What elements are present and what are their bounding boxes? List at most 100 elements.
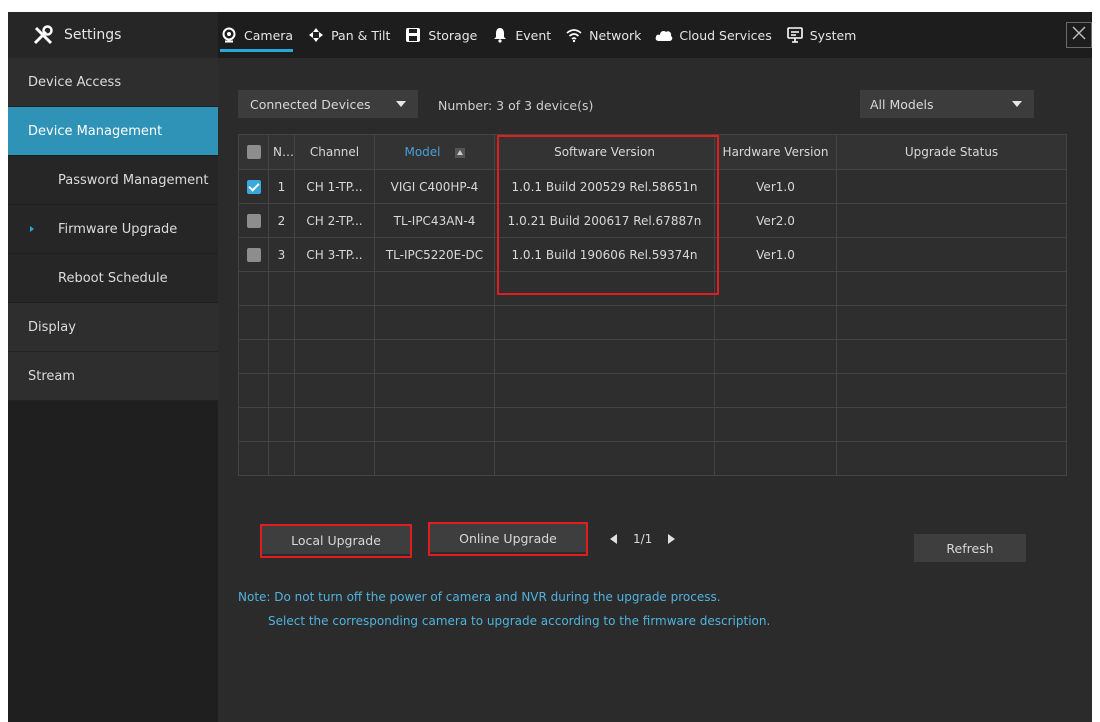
sidebar-item-firmware-upgrade[interactable]: Firmware Upgrade bbox=[8, 205, 218, 253]
local-upgrade-button[interactable]: Local Upgrade bbox=[262, 526, 410, 554]
table-row[interactable]: 2 CH 2-TP... TL-IPC43AN-4 1.0.21 Build 2… bbox=[238, 203, 1067, 238]
cell-software-version: 1.0.1 Build 200529 Rel.58651n bbox=[494, 169, 715, 204]
pan-tilt-icon bbox=[307, 26, 325, 44]
top-bar: Settings Camera Pan & Tilt Storage Event… bbox=[8, 12, 1092, 58]
sidebar-item-label: Device Management bbox=[28, 123, 163, 139]
cell-no: 2 bbox=[268, 203, 295, 238]
sidebar-item-label: Device Access bbox=[28, 74, 122, 90]
tab-label: Network bbox=[589, 27, 642, 43]
row-checkbox-cell[interactable] bbox=[238, 237, 269, 272]
refresh-label: Refresh bbox=[946, 540, 994, 556]
cell-channel: CH 3-TP... bbox=[294, 237, 375, 272]
row-checkbox[interactable] bbox=[246, 213, 261, 228]
row-checkbox[interactable] bbox=[246, 179, 261, 194]
cell-hardware-version: Ver2.0 bbox=[714, 203, 837, 238]
tab-network[interactable]: Network bbox=[565, 12, 641, 58]
col-software-version: Software Version bbox=[494, 134, 715, 170]
cell-model: VIGI C400HP-4 bbox=[374, 169, 495, 204]
empty-row bbox=[238, 407, 1067, 442]
tab-pan-tilt[interactable]: Pan & Tilt bbox=[307, 12, 390, 58]
sidebar-item-display[interactable]: Display bbox=[8, 303, 218, 352]
empty-row bbox=[238, 271, 1067, 306]
tab-label: Storage bbox=[428, 27, 478, 43]
local-upgrade-label: Local Upgrade bbox=[291, 532, 381, 548]
table-header-row: No. Channel Model Software Version Hardw… bbox=[238, 134, 1067, 170]
cell-upgrade-status bbox=[836, 169, 1067, 204]
firmware-upgrade-panel: Connected Devices Number: 3 of 3 device(… bbox=[220, 58, 1092, 722]
empty-row bbox=[238, 441, 1067, 476]
cell-upgrade-status bbox=[836, 203, 1067, 238]
tab-label: Camera bbox=[244, 27, 294, 43]
settings-header: Settings bbox=[8, 12, 218, 58]
tab-camera[interactable]: Camera bbox=[220, 12, 294, 58]
sidebar-item-device-access[interactable]: Device Access bbox=[8, 58, 218, 107]
tab-label: Event bbox=[515, 27, 552, 43]
col-channel: Channel bbox=[294, 134, 375, 170]
select-all-checkbox[interactable] bbox=[246, 145, 261, 160]
note-line-1: Note: Do not turn off the power of camer… bbox=[238, 590, 721, 604]
sort-icon[interactable] bbox=[454, 147, 465, 158]
row-checkbox-cell[interactable] bbox=[238, 169, 269, 204]
tab-event[interactable]: Event bbox=[491, 12, 551, 58]
empty-row bbox=[238, 305, 1067, 340]
sidebar-item-label: Stream bbox=[28, 368, 76, 384]
sidebar: Device Access Device Management Password… bbox=[8, 58, 218, 722]
next-page-icon[interactable] bbox=[668, 534, 676, 544]
sidebar-item-device-management[interactable]: Device Management bbox=[8, 107, 218, 155]
sidebar-item-label: Display bbox=[28, 319, 76, 335]
table-row[interactable]: 3 CH 3-TP... TL-IPC5220E-DC 1.0.1 Build … bbox=[238, 237, 1067, 272]
close-button[interactable] bbox=[1066, 22, 1092, 48]
model-filter-dropdown[interactable]: All Models bbox=[860, 90, 1034, 118]
tab-storage[interactable]: Storage bbox=[404, 12, 477, 58]
sidebar-item-stream[interactable]: Stream bbox=[8, 352, 218, 401]
select-all-cell[interactable] bbox=[238, 134, 269, 170]
selected-bullet-icon bbox=[30, 226, 34, 232]
prev-page-icon[interactable] bbox=[610, 534, 617, 544]
tab-system[interactable]: System bbox=[786, 12, 857, 58]
settings-title: Settings bbox=[64, 27, 122, 43]
tab-label: Cloud Services bbox=[679, 27, 772, 43]
sidebar-item-reboot-schedule[interactable]: Reboot Schedule bbox=[8, 254, 218, 302]
close-icon bbox=[1071, 25, 1087, 45]
col-hardware-version: Hardware Version bbox=[714, 134, 837, 170]
model-filter-value: All Models bbox=[870, 96, 934, 112]
empty-row bbox=[238, 373, 1067, 408]
sidebar-item-label: Firmware Upgrade bbox=[58, 221, 178, 237]
refresh-button[interactable]: Refresh bbox=[914, 534, 1026, 562]
cell-software-version: 1.0.21 Build 200617 Rel.67887n bbox=[494, 203, 715, 238]
tab-label: System bbox=[809, 27, 857, 43]
cell-model: TL-IPC5220E-DC bbox=[374, 237, 495, 272]
tab-cloud-services[interactable]: Cloud Services bbox=[655, 12, 772, 58]
device-table: No. Channel Model Software Version Hardw… bbox=[238, 134, 1067, 476]
col-model[interactable]: Model bbox=[374, 134, 495, 170]
tools-icon bbox=[32, 24, 54, 46]
row-checkbox-cell[interactable] bbox=[238, 203, 269, 238]
row-checkbox[interactable] bbox=[246, 247, 261, 262]
tab-label: Pan & Tilt bbox=[331, 27, 391, 43]
cloud-icon bbox=[655, 26, 673, 44]
table-row[interactable]: 1 CH 1-TP... VIGI C400HP-4 1.0.1 Build 2… bbox=[238, 169, 1067, 204]
col-no: No. bbox=[268, 134, 295, 170]
empty-row bbox=[238, 339, 1067, 374]
settings-window: Settings Camera Pan & Tilt Storage Event… bbox=[8, 12, 1092, 722]
online-upgrade-button[interactable]: Online Upgrade bbox=[430, 524, 586, 552]
chevron-down-icon bbox=[1012, 101, 1022, 107]
chevron-down-icon bbox=[396, 101, 406, 107]
cell-hardware-version: Ver1.0 bbox=[714, 237, 837, 272]
sidebar-item-password-management[interactable]: Password Management bbox=[8, 156, 218, 204]
cell-hardware-version: Ver1.0 bbox=[714, 169, 837, 204]
monitor-icon bbox=[786, 26, 804, 44]
cell-no: 3 bbox=[268, 237, 295, 272]
device-filter-dropdown[interactable]: Connected Devices bbox=[238, 90, 418, 118]
online-upgrade-label: Online Upgrade bbox=[459, 530, 557, 546]
pagination: 1/1 bbox=[610, 532, 676, 546]
camera-icon bbox=[220, 26, 238, 44]
main-tabs: Camera Pan & Tilt Storage Event Network … bbox=[220, 12, 870, 58]
sidebar-item-label: Reboot Schedule bbox=[58, 270, 168, 286]
cell-channel: CH 1-TP... bbox=[294, 169, 375, 204]
wifi-icon bbox=[565, 26, 583, 44]
storage-icon bbox=[404, 26, 422, 44]
cell-no: 1 bbox=[268, 169, 295, 204]
sidebar-item-label: Password Management bbox=[58, 172, 209, 188]
col-model-label: Model bbox=[404, 145, 441, 159]
